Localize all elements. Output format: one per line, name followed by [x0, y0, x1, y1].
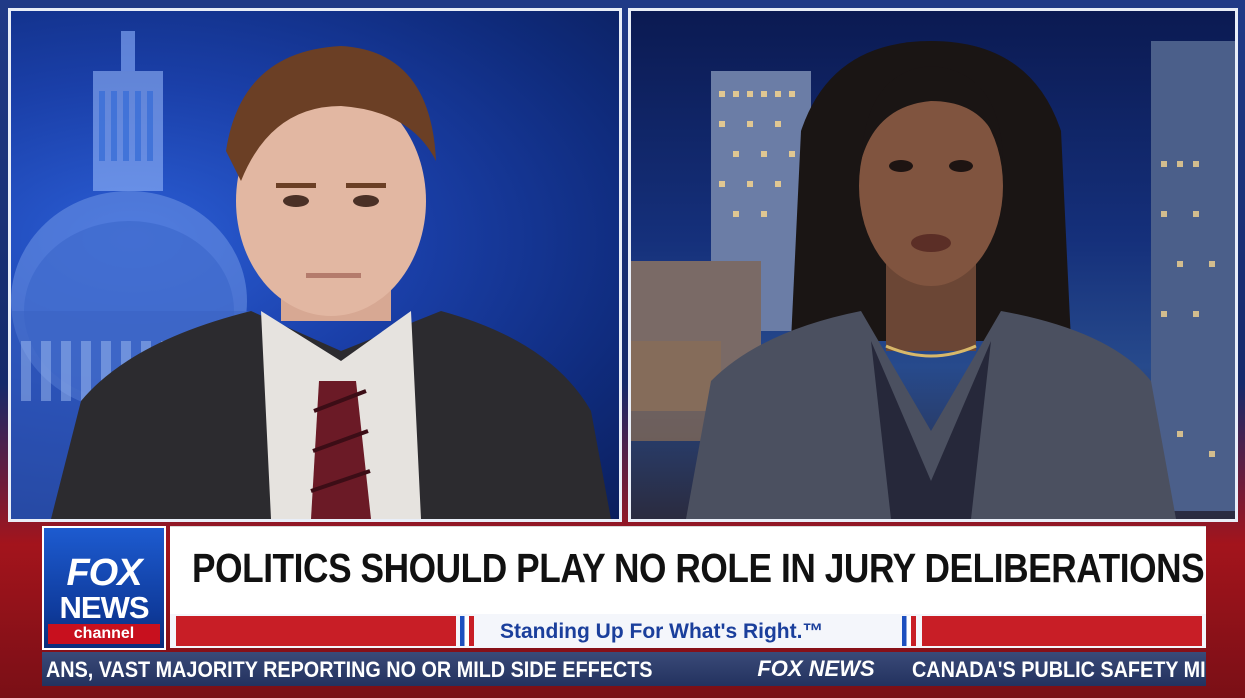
ticker-text-right: CANADA'S PUBLIC SAFETY MI	[912, 657, 1206, 682]
tagline-bar: Standing Up For What's Right.™	[170, 614, 1206, 648]
fox-news-channel-logo: FOX NEWS channel	[42, 526, 166, 650]
ticker-fox-news-logo: FOX NEWS	[757, 656, 875, 681]
logo-news-text: NEWS	[59, 590, 150, 625]
host-figure	[51, 46, 611, 519]
guest-figure	[686, 41, 1176, 519]
logo-channel-text: channel	[48, 624, 160, 644]
news-ticker: ANS, VAST MAJORITY REPORTING NO OR MILD …	[42, 652, 1206, 686]
ticker-text-left: ANS, VAST MAJORITY REPORTING NO OR MILD …	[46, 657, 653, 682]
flag-stripe-left	[460, 616, 474, 646]
left-video-panel	[8, 8, 622, 522]
tagline-red-stripe-right	[922, 616, 1202, 646]
headline-banner: POLITICS SHOULD PLAY NO ROLE IN JURY DEL…	[170, 526, 1206, 619]
logo-fox-text: FOX	[66, 552, 142, 594]
tagline-text: Standing Up For What's Right.™	[500, 620, 824, 643]
flag-stripe-right	[902, 616, 916, 646]
headline-text: POLITICS SHOULD PLAY NO ROLE IN JURY DEL…	[192, 545, 1205, 591]
tagline-red-stripe-left	[176, 616, 456, 646]
right-video-panel	[628, 8, 1238, 522]
